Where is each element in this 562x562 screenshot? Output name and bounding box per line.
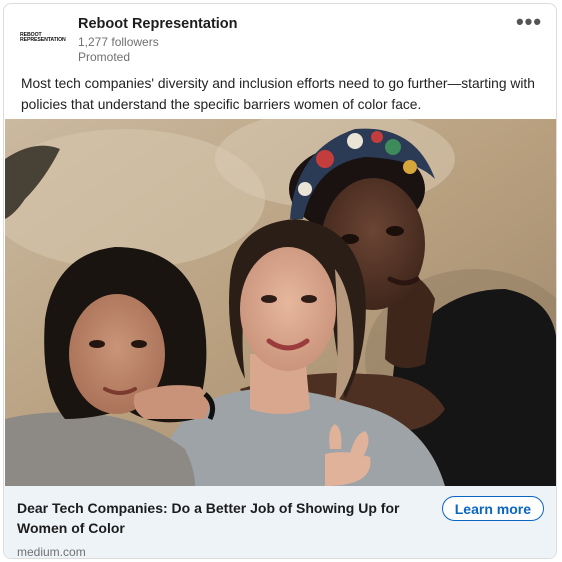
post-text: Most tech companies' diversity and inclu… — [21, 76, 535, 112]
company-name[interactable]: Reboot Representation — [78, 16, 238, 32]
company-logo[interactable]: REBOOT REPRESENTATION — [20, 28, 72, 48]
post-header: REBOOT REPRESENTATION Reboot Representat… — [4, 4, 556, 68]
ellipsis-horizontal-icon: ••• — [515, 9, 543, 34]
promoted-label: Promoted — [78, 50, 131, 64]
link-preview[interactable]: Dear Tech Companies: Do a Better Job of … — [4, 486, 556, 559]
sponsored-post-card: REBOOT REPRESENTATION Reboot Representat… — [3, 3, 557, 559]
link-headline[interactable]: Dear Tech Companies: Do a Better Job of … — [17, 498, 427, 538]
more-options-button[interactable]: ••• — [515, 9, 543, 34]
link-domain: medium.com — [17, 545, 86, 559]
women-photo-illustration — [5, 119, 556, 486]
learn-more-button[interactable]: Learn more — [441, 496, 544, 521]
logo-text-line2: REPRESENTATION — [20, 37, 66, 43]
follower-count: 1,277 followers — [78, 35, 159, 49]
post-image[interactable] — [5, 119, 556, 486]
